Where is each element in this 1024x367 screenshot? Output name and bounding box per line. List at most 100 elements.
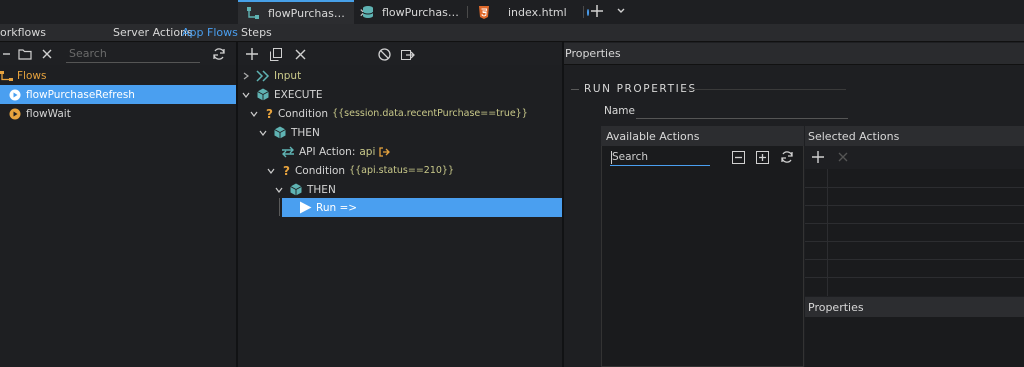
tree-item-flows[interactable]: Flows (0, 66, 236, 85)
flow-icon (246, 6, 260, 20)
step-then[interactable]: THEN (257, 123, 562, 142)
plus-icon[interactable] (590, 4, 604, 18)
disable-icon[interactable] (373, 43, 395, 65)
add-action-icon[interactable] (812, 151, 824, 163)
sub-properties-header: Properties (805, 297, 1024, 317)
move-out-icon[interactable] (397, 43, 419, 65)
search-input[interactable] (66, 45, 200, 63)
tab-flow-purchase-refresh[interactable]: flowPurchas… ✕ (238, 0, 369, 24)
step-run[interactable]: Run => (282, 198, 562, 217)
copy-icon[interactable] (265, 43, 287, 65)
delete-step-icon[interactable] (289, 43, 311, 65)
add-icon[interactable] (0, 43, 14, 65)
refresh-icon[interactable] (780, 150, 794, 164)
steps-title: Steps (241, 26, 272, 39)
play-circle-icon (9, 108, 21, 120)
add-step-icon[interactable] (241, 43, 263, 65)
tab-divider (583, 6, 584, 18)
properties-header: Properties (564, 43, 1024, 65)
cube-icon (290, 183, 302, 196)
panel-divider[interactable] (562, 42, 564, 367)
run-properties-heading: RUN PROPERTIES (584, 83, 697, 95)
actions-search-field[interactable]: Search (610, 150, 710, 166)
collapse-all-icon[interactable] (732, 151, 745, 164)
step-label: THEN (307, 183, 336, 196)
grid-row-line (805, 259, 1024, 260)
step-execute[interactable]: EXECUTE (240, 85, 562, 104)
step-label: THEN (291, 126, 320, 139)
panel-header-row: orkflows Server Actions App Flows Steps (0, 24, 1024, 42)
tab-index-html[interactable]: index.html (470, 0, 589, 24)
tab-label: flowPurchas… (382, 5, 459, 19)
actions-search-value: Search (612, 151, 649, 163)
panel-divider[interactable] (236, 42, 238, 367)
chevron-down-icon[interactable] (273, 184, 285, 196)
tab-label: index.html (508, 5, 567, 19)
step-api-action[interactable]: API Action: api (281, 142, 562, 161)
section-rule (571, 89, 579, 90)
tree-item-flow-wait[interactable]: flowWait (0, 104, 236, 123)
tree-item-flow-purchase-refresh[interactable]: flowPurchaseRefresh (0, 85, 236, 104)
step-label: Input (274, 69, 302, 82)
grid-row-line (805, 223, 1024, 224)
grid-row-line (805, 187, 1024, 188)
server-actions-tab[interactable]: Server Actions (113, 26, 193, 39)
grid-row-line (805, 205, 1024, 206)
refresh-icon[interactable] (208, 43, 230, 65)
tab-flow-purchase-data[interactable]: flowPurchas… (354, 0, 466, 24)
grid-row-line (805, 277, 1024, 278)
tree-item-label: flowWait (26, 107, 71, 120)
question-icon: ? (266, 106, 273, 121)
expand-all-icon[interactable] (756, 151, 769, 164)
step-label: EXECUTE (274, 88, 323, 101)
folder-icon[interactable] (14, 43, 36, 65)
delete-icon[interactable] (36, 43, 58, 65)
step-condition-api-status[interactable]: ? Condition {{api.status==210}} (265, 161, 562, 180)
tree-item-label: flowPurchaseRefresh (26, 88, 135, 101)
tab-divider (467, 6, 468, 18)
chevron-down-icon[interactable] (257, 127, 269, 139)
input-icon (256, 69, 270, 82)
chevron-down-icon[interactable] (265, 165, 277, 177)
editor-tab-bar: flowPurchas… ✕ flowPurchas… index.html (0, 0, 1024, 24)
question-icon: ? (283, 163, 290, 178)
selected-actions-header: Selected Actions (805, 126, 1024, 146)
unsaved-dot-icon (586, 8, 589, 16)
name-label: Name (604, 105, 635, 117)
goto-icon[interactable] (379, 146, 391, 157)
step-label: API Action: (299, 145, 356, 158)
selected-actions-title: Selected Actions (808, 130, 900, 143)
database-icon (362, 5, 374, 19)
available-actions-title: Available Actions (606, 130, 700, 143)
swap-icon (281, 146, 295, 158)
text-cursor (611, 151, 612, 164)
step-then[interactable]: THEN (273, 180, 562, 199)
chevron-down-icon[interactable] (240, 89, 252, 101)
step-input[interactable]: Input (240, 66, 562, 85)
flows-label: Flows (17, 69, 47, 82)
name-field[interactable] (636, 118, 848, 119)
properties-title: Properties (565, 47, 621, 60)
html5-icon (478, 5, 490, 19)
flows-folder-icon (0, 70, 14, 82)
step-condition-recent-purchase[interactable]: ? Condition {{session.data.recentPurchas… (248, 104, 562, 123)
condition-expression: {{session.data.recentPurchase==true}} (332, 108, 528, 119)
step-label: Condition (294, 164, 346, 177)
tree-connector (279, 198, 280, 216)
cube-icon (257, 88, 269, 101)
play-circle-icon (9, 89, 21, 101)
sub-properties-body (805, 317, 1024, 367)
chevron-down-icon[interactable] (248, 108, 260, 120)
step-label: Condition (277, 107, 329, 120)
sub-properties-title: Properties (808, 301, 864, 314)
app-flows-tab[interactable]: App Flows (182, 26, 238, 39)
chevron-down-icon[interactable] (616, 6, 626, 16)
workflows-toolbar (0, 43, 236, 65)
grid-row-line (805, 241, 1024, 242)
tab-label: flowPurchas… (268, 6, 345, 20)
api-action-name: api (359, 145, 376, 158)
workflows-title: orkflows (0, 26, 47, 39)
remove-action-icon (838, 152, 848, 162)
condition-expression: {{api.status==210}} (349, 165, 455, 176)
chevron-right-icon[interactable] (240, 70, 252, 82)
